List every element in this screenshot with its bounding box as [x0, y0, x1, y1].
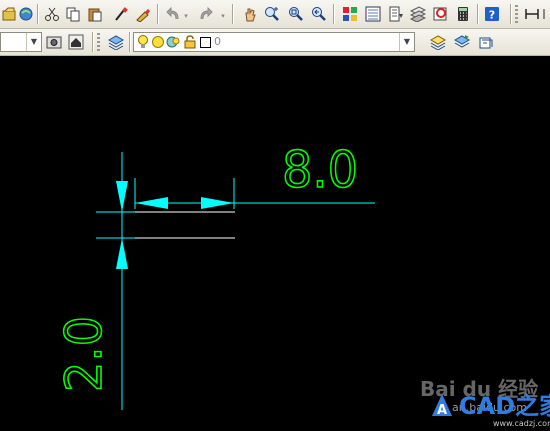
dimension-arrow-top [116, 181, 128, 212]
markup-icon[interactable] [430, 4, 450, 24]
standard-toolbar: ▾ ▾ ? [0, 0, 550, 29]
toolbar-separator [157, 4, 158, 24]
drawing-canvas[interactable]: 8.0 2.0 [0, 56, 550, 431]
chevron-down-icon[interactable]: ▼ [26, 33, 41, 51]
lock-icon [183, 35, 197, 55]
design-center-icon[interactable] [363, 4, 383, 24]
paste-icon[interactable] [85, 4, 105, 24]
cut-icon[interactable] [42, 4, 62, 24]
house-icon[interactable] [66, 32, 86, 52]
copy-icon[interactable] [63, 4, 83, 24]
layer-properties-icon[interactable] [106, 32, 126, 52]
left-combo[interactable]: ▼ [0, 32, 42, 52]
chevron-down-icon[interactable]: ▼ [399, 33, 414, 51]
properties-icon[interactable] [340, 4, 360, 24]
layers-toolbar: ▼ 0 ▼ [0, 29, 550, 56]
publish-icon[interactable] [16, 4, 36, 24]
match-properties-icon[interactable] [111, 4, 131, 24]
toolbar-separator [129, 32, 130, 52]
dimension-arrow-right [201, 197, 234, 209]
redo-dropdown-icon[interactable]: ▾ [219, 6, 227, 26]
dimension-text-horizontal[interactable]: 8.0 [281, 140, 359, 200]
dimension-arrow-bottom [116, 238, 128, 269]
layer-walk-icon[interactable] [476, 32, 496, 52]
sheet-set-icon[interactable] [408, 4, 428, 24]
svg-text:?: ? [489, 9, 495, 22]
zoom-window-icon[interactable] [286, 4, 306, 24]
undo-icon[interactable] [163, 4, 183, 24]
layer-previous-icon[interactable] [452, 32, 472, 52]
layer-combo[interactable]: 0 ▼ [133, 32, 415, 52]
toolbar-separator [333, 4, 334, 24]
tool-palettes-icon[interactable] [386, 4, 406, 24]
dimension-arrow-left [135, 197, 168, 209]
toolbar-separator [477, 4, 478, 24]
zoom-realtime-icon[interactable] [262, 4, 282, 24]
bulb-icon [136, 34, 150, 56]
camera-icon[interactable] [44, 32, 64, 52]
toolbar-grip[interactable] [97, 33, 100, 51]
sun-icon [151, 35, 165, 55]
layer-name: 0 [214, 35, 221, 48]
toolbar-separator [510, 4, 511, 24]
dimension-toolbar-edge [541, 4, 550, 24]
zoom-previous-icon[interactable] [309, 4, 329, 24]
dimension-text-vertical[interactable]: 2.0 [54, 315, 114, 393]
toolbar-separator [232, 4, 233, 24]
pan-icon[interactable] [240, 4, 260, 24]
undo-dropdown-icon[interactable]: ▾ [182, 6, 190, 26]
linear-dimension-icon[interactable] [522, 4, 542, 24]
viewport-freeze-icon [166, 35, 180, 55]
redo-icon[interactable] [196, 4, 216, 24]
make-current-icon[interactable] [428, 32, 448, 52]
help-icon[interactable]: ? [482, 4, 502, 24]
block-editor-icon[interactable] [133, 4, 153, 24]
calculator-icon[interactable] [453, 4, 473, 24]
toolbar-separator [92, 32, 93, 52]
layer-color-swatch [200, 37, 211, 48]
toolbar-separator [37, 4, 38, 24]
toolbar-grip[interactable] [515, 5, 518, 23]
